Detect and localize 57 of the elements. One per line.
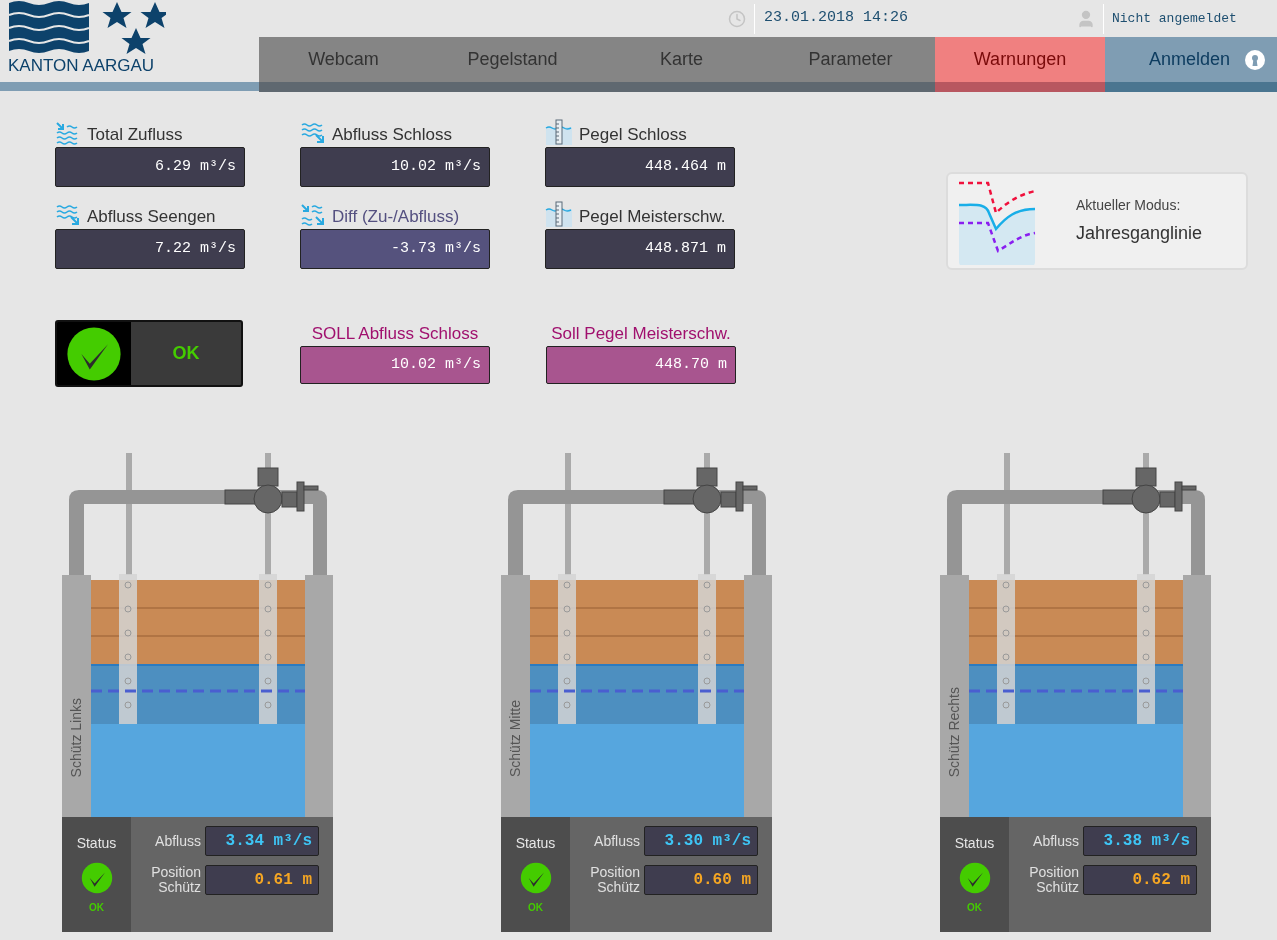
flow-display: 3.38 m³/s	[1083, 826, 1197, 856]
status-text: OK	[967, 901, 982, 915]
mode-label: Aktueller Modus:	[1076, 196, 1182, 215]
reading-label: Abfluss	[155, 831, 201, 851]
datetime-text: 23.01.2018 14:26	[764, 8, 910, 29]
metric-label: Diff (Zu-/Abfluss)	[332, 207, 460, 227]
value-display: 448.464 m	[545, 147, 735, 187]
nav-tab[interactable]: Karte	[597, 37, 766, 92]
reading-label: Position Schütz	[589, 865, 640, 895]
status-text: OK	[528, 901, 543, 915]
target-label: Soll Pegel Meisterschw.	[551, 324, 731, 344]
gauge-icon	[545, 119, 573, 145]
metric-label: Pegel Schloss	[579, 125, 687, 145]
value-display: 7.22 m³/s	[55, 229, 245, 269]
flow-display: 3.34 m³/s	[205, 826, 319, 856]
nav-tab[interactable]: Anmelden	[1105, 37, 1277, 92]
target-display: 448.70 m	[546, 346, 736, 384]
target-display: 10.02 m³/s	[300, 346, 490, 384]
reading-label: Abfluss	[1033, 831, 1079, 851]
value-display: 448.871 m	[545, 229, 735, 269]
status-label: Status	[954, 834, 995, 853]
reading-label: Position Schütz	[150, 865, 201, 895]
position-display: 0.60 m	[644, 865, 758, 895]
logo-text: KANTON AARGAU	[8, 57, 156, 75]
metric-label: Abfluss Seengen	[87, 207, 216, 227]
nav-tab[interactable]: Parameter	[766, 37, 935, 92]
status-label: Status	[515, 834, 556, 853]
reading-label: Abfluss	[594, 831, 640, 851]
metric-label: Pegel Meisterschw.	[579, 207, 726, 227]
keyhole-icon	[1245, 49, 1265, 70]
outflow-icon	[300, 121, 326, 145]
status-text: OK	[89, 901, 104, 915]
reading-label: Position Schütz	[1028, 865, 1079, 895]
value-display: 10.02 m³/s	[300, 147, 490, 187]
gate-name: Schütz Mitte	[506, 699, 524, 777]
metric-label: Abfluss Schloss	[332, 125, 452, 145]
metric-label: Total Zufluss	[87, 125, 183, 145]
status-label: Status	[76, 834, 117, 853]
flow-display: 3.30 m³/s	[644, 826, 758, 856]
gauge-icon	[545, 201, 573, 227]
nav-tab[interactable]: Pegelstand	[428, 37, 597, 92]
gate-name: Schütz Rechts	[945, 686, 963, 777]
mode-value: Jahresganglinie	[1076, 222, 1203, 245]
value-display: -3.73 m³/s	[300, 229, 490, 269]
clock-icon	[728, 9, 746, 28]
outflow-icon	[55, 203, 81, 227]
status-text: OK	[171, 342, 201, 365]
flow-arrows-icon	[300, 203, 326, 227]
gate-name: Schütz Links	[67, 697, 85, 777]
nav-tab[interactable]: Webcam	[259, 37, 428, 92]
position-display: 0.62 m	[1083, 865, 1197, 895]
value-display: 6.29 m³/s	[55, 147, 245, 187]
target-label: SOLL Abfluss Schloss	[311, 324, 479, 344]
user-status: Nicht angemeldet	[1112, 9, 1238, 28]
user-icon	[1076, 8, 1096, 29]
position-display: 0.61 m	[205, 865, 319, 895]
nav-tab[interactable]: Warnungen	[935, 37, 1105, 92]
